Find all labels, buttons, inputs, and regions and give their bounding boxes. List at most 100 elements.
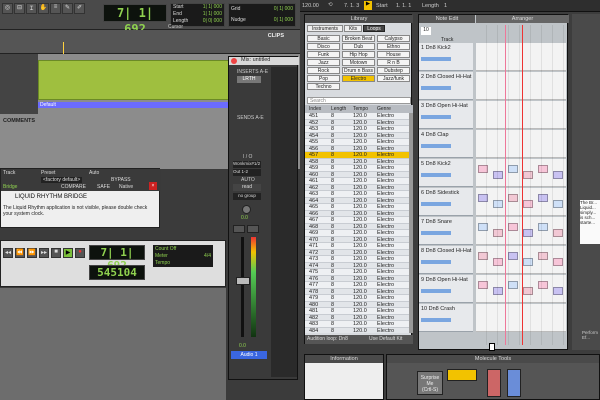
fast-forward-button[interactable]: ⏩: [27, 248, 37, 258]
pattern-clip[interactable]: [493, 258, 503, 266]
track-lane[interactable]: [476, 72, 566, 100]
column-length[interactable]: Length: [331, 106, 346, 112]
pattern-clip[interactable]: [493, 171, 503, 179]
pattern-clip[interactable]: [508, 223, 518, 231]
pattern-clip[interactable]: [493, 200, 503, 208]
pattern-clip[interactable]: [478, 165, 488, 173]
pattern-clip[interactable]: [478, 252, 488, 260]
track-header-row[interactable]: 7 Dn8 Snare: [419, 217, 473, 245]
pattern-clip[interactable]: [538, 223, 548, 231]
track-volume-bar[interactable]: [421, 202, 451, 206]
group-select[interactable]: no group: [233, 193, 261, 200]
mute-button[interactable]: [247, 225, 259, 233]
track-lane[interactable]: [476, 43, 566, 71]
grabber-tool-button[interactable]: ✋: [38, 3, 49, 14]
input-selector[interactable]: Wonkmix#1/2: [233, 161, 261, 168]
track-volume-bar[interactable]: [421, 144, 451, 148]
pattern-clip[interactable]: [523, 200, 533, 208]
track-volume-bar[interactable]: [421, 260, 451, 264]
length-value[interactable]: 0| 0| 000: [203, 18, 222, 25]
trim-tool-button[interactable]: ⊟: [14, 3, 25, 14]
pattern-clip[interactable]: [553, 171, 563, 179]
output-selector[interactable]: Out 1-2: [233, 169, 261, 176]
main-counter[interactable]: 7| 1| 692: [103, 4, 167, 36]
molecule-slot[interactable]: [447, 369, 477, 381]
genre-button[interactable]: Calypso: [377, 35, 410, 42]
genre-button[interactable]: R n B: [377, 59, 410, 66]
pan-knob[interactable]: [242, 205, 251, 214]
molecule-slot-3[interactable]: [507, 369, 521, 397]
pattern-clip[interactable]: [538, 194, 548, 202]
search-field[interactable]: Search: [307, 97, 411, 104]
track-lane[interactable]: [476, 188, 566, 216]
pattern-clip[interactable]: [493, 229, 503, 237]
end-value[interactable]: 1| 1| 000: [203, 11, 222, 18]
track-volume-bar[interactable]: [421, 57, 451, 61]
scrub-tool-button[interactable]: ✎: [62, 3, 73, 14]
pattern-clip[interactable]: [538, 252, 548, 260]
track-lane[interactable]: [476, 159, 566, 187]
track-lane[interactable]: [476, 275, 566, 303]
column-genre[interactable]: Genre: [377, 106, 391, 112]
pattern-clip[interactable]: [523, 258, 533, 266]
plugin-compare-button[interactable]: COMPARE: [61, 184, 86, 190]
arranger-end-marker[interactable]: [489, 343, 495, 351]
molecule-slot-2[interactable]: [487, 369, 501, 397]
pattern-clip[interactable]: [508, 252, 518, 260]
playhead[interactable]: [522, 25, 523, 345]
play-icon[interactable]: ▶: [364, 1, 372, 10]
track-name-label[interactable]: Audio 1: [231, 351, 267, 359]
mixer-scroll[interactable]: [271, 67, 297, 377]
track-volume-bar[interactable]: [421, 173, 451, 177]
track-header-row[interactable]: 2 Dn8 Closed Hi-Hat: [419, 72, 473, 100]
genre-button[interactable]: Drum n Bass: [342, 67, 375, 74]
track-lane[interactable]: [476, 304, 566, 332]
grid-value[interactable]: 0| 1| 000: [274, 4, 293, 15]
rewind-button[interactable]: ⏪: [15, 248, 25, 258]
pattern-clip[interactable]: [523, 287, 533, 295]
track-header-row[interactable]: 4 Dn8 Clap: [419, 130, 473, 158]
genre-button[interactable]: Rock: [307, 67, 340, 74]
track-lane[interactable]: [476, 101, 566, 129]
tab-loops[interactable]: Loops: [363, 25, 385, 32]
pattern-clip[interactable]: [553, 258, 563, 266]
track-header-row[interactable]: 6 Dn8 Sidestick: [419, 188, 473, 216]
track-header-row[interactable]: 1 Dn8 Kick2: [419, 43, 473, 71]
track-count[interactable]: 10: [421, 27, 431, 35]
column-index[interactable]: Index: [309, 106, 321, 112]
note-edit-tab[interactable]: Note Edit: [419, 15, 475, 23]
pattern-clip[interactable]: [553, 229, 563, 237]
pattern-clip[interactable]: [523, 229, 533, 237]
track-lane[interactable]: [476, 130, 566, 158]
track-volume-bar[interactable]: [421, 289, 451, 293]
track-volume-bar[interactable]: [421, 318, 451, 322]
position-display[interactable]: 7. 1. 3: [344, 3, 359, 9]
genre-button[interactable]: Electro: [342, 75, 375, 82]
transport-samples[interactable]: 545104: [89, 265, 145, 280]
plugin-bypass-button[interactable]: BYPASS: [111, 177, 131, 183]
genre-button[interactable]: Ethno: [377, 43, 410, 50]
genre-button[interactable]: House: [377, 51, 410, 58]
auto-mode-select[interactable]: read: [233, 184, 261, 191]
track-header-row[interactable]: 5 Dn8 Kick2: [419, 159, 473, 187]
audio-clip[interactable]: [38, 60, 238, 100]
close-icon[interactable]: [231, 58, 237, 64]
track-header-row[interactable]: 10 Dn8 Crash: [419, 304, 473, 332]
length-value[interactable]: 1: [444, 3, 447, 9]
loop-icon[interactable]: ⟲: [328, 2, 333, 8]
track-header-row[interactable]: 3 Dn8 Open Hi-Hat: [419, 101, 473, 129]
genre-button[interactable]: Funk: [307, 51, 340, 58]
surprise-me-button[interactable]: Surprise Me (Crtl-S): [417, 371, 443, 395]
plugin-safe-button[interactable]: SAFE: [97, 184, 110, 190]
track-volume-bar[interactable]: [421, 86, 451, 90]
arranger-tab[interactable]: Arranger: [476, 15, 569, 23]
pattern-clip[interactable]: [478, 223, 488, 231]
genre-button[interactable]: Motown: [342, 59, 375, 66]
track-header-row[interactable]: 8 Dn8 Closed Hi-Hat: [419, 246, 473, 274]
play-button[interactable]: ▶: [63, 248, 73, 258]
table-scrollbar[interactable]: [409, 113, 413, 333]
pattern-clip[interactable]: [553, 200, 563, 208]
use-default-kit-checkbox[interactable]: Use Default Kit: [369, 335, 413, 344]
transport-counter[interactable]: 7| 1| 692: [89, 245, 145, 272]
pattern-clip[interactable]: [553, 287, 563, 295]
